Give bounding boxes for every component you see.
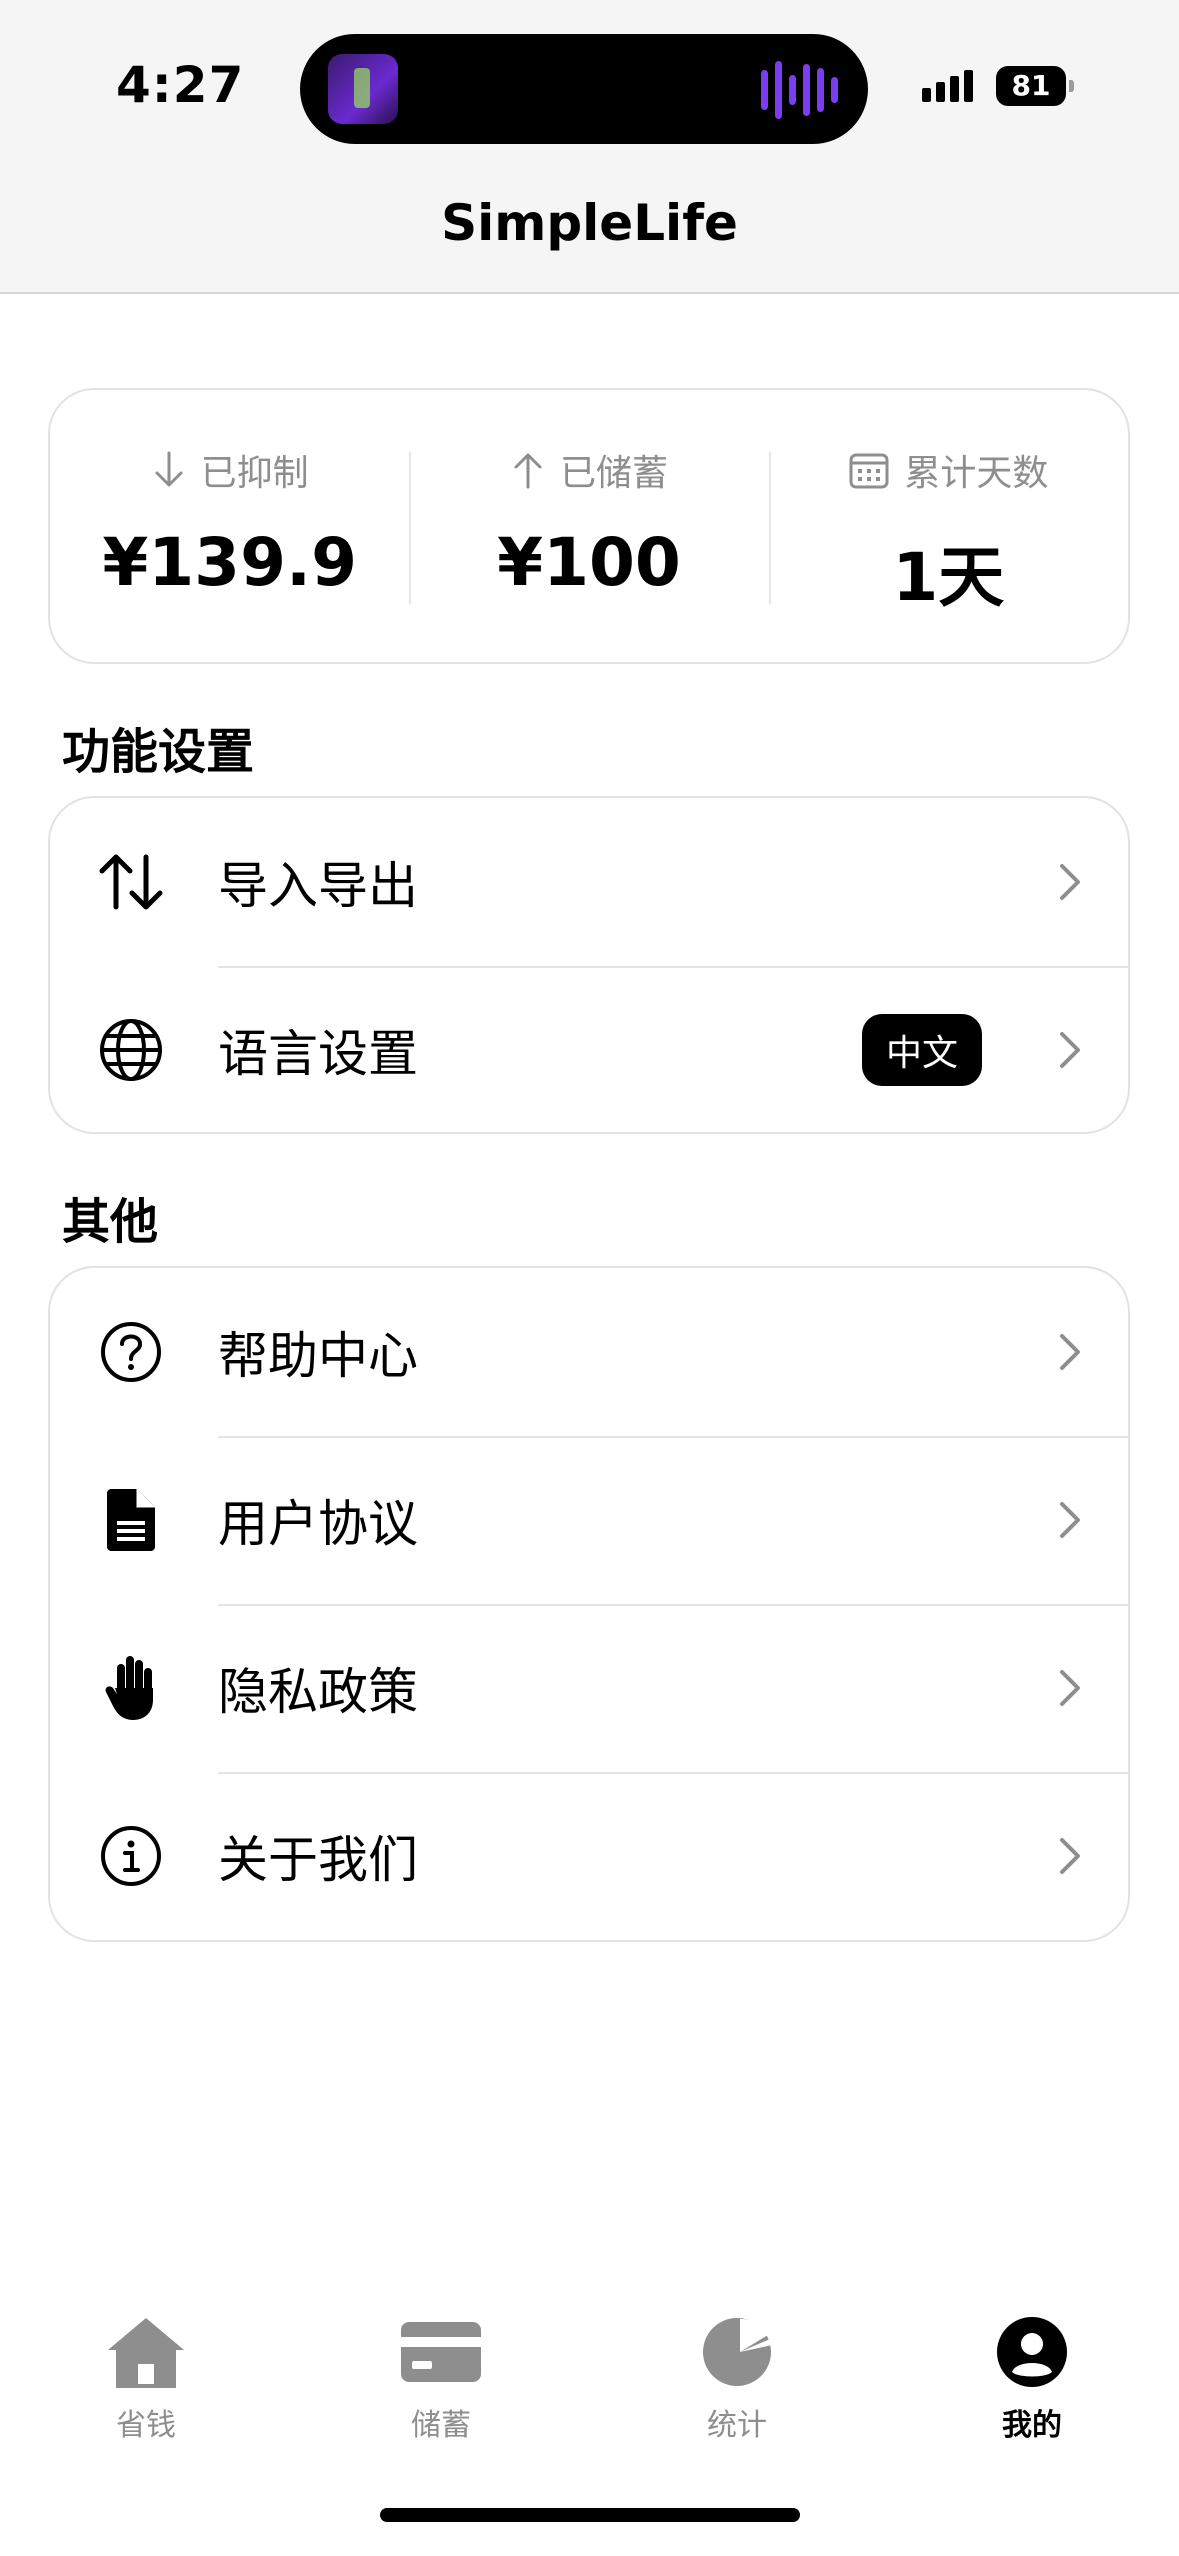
chevron-right-icon xyxy=(1060,1334,1080,1370)
dynamic-island[interactable] xyxy=(300,34,868,144)
arrow-down-icon xyxy=(155,451,183,487)
tab-save-money[interactable]: 省钱 xyxy=(66,2310,226,2444)
section-title-other: 其他 xyxy=(62,1194,159,1250)
stat-label: 累计天数 xyxy=(904,453,1049,494)
tab-label: 统计 xyxy=(707,2408,767,2443)
row-about-us[interactable]: 关于我们 xyxy=(50,1772,1128,1940)
section-title-features: 功能设置 xyxy=(62,724,255,780)
stat-saved: 已储蓄 ¥100 xyxy=(409,390,768,662)
stat-suppressed: 已抑制 ¥139.9 xyxy=(50,390,409,662)
import-export-icon xyxy=(96,847,166,917)
profile-icon xyxy=(997,2317,1067,2387)
battery-icon: 81 xyxy=(996,66,1074,106)
stat-label: 已储蓄 xyxy=(559,453,668,494)
chevron-right-icon xyxy=(1060,1838,1080,1874)
row-label: 导入导出 xyxy=(218,857,418,915)
tab-label: 储蓄 xyxy=(411,2408,471,2443)
tab-label: 省钱 xyxy=(116,2408,176,2443)
chevron-right-icon xyxy=(1060,864,1080,900)
tab-label: 我的 xyxy=(1002,2408,1062,2443)
tab-statistics[interactable]: 统计 xyxy=(657,2310,817,2444)
calendar-icon xyxy=(849,453,889,489)
page-title: SimpleLife xyxy=(441,194,738,252)
status-time: 4:27 xyxy=(116,56,245,114)
row-help-center[interactable]: 帮助中心 xyxy=(50,1268,1128,1436)
other-card: 帮助中心 用户协议 隐私政策 关于我们 xyxy=(48,1266,1130,1942)
info-icon xyxy=(96,1821,166,1891)
language-badge: 中文 xyxy=(861,1014,982,1086)
battery-level: 81 xyxy=(1011,69,1051,102)
stat-label: 已抑制 xyxy=(200,453,309,494)
row-label: 关于我们 xyxy=(218,1831,418,1889)
row-label: 帮助中心 xyxy=(218,1327,418,1385)
features-card: 导入导出 语言设置 中文 xyxy=(48,796,1130,1134)
home-icon xyxy=(108,2318,184,2388)
chevron-right-icon xyxy=(1060,1670,1080,1706)
chevron-right-icon xyxy=(1060,1032,1080,1068)
tab-profile[interactable]: 我的 xyxy=(952,2310,1112,2444)
row-label: 语言设置 xyxy=(218,1025,418,1083)
row-language[interactable]: 语言设置 中文 xyxy=(50,966,1128,1134)
stat-days: 累计天数 1天 xyxy=(768,390,1128,662)
tab-bar: 省钱 储蓄 统计 我的 xyxy=(0,2310,1179,2460)
chevron-right-icon xyxy=(1060,1502,1080,1538)
globe-icon xyxy=(96,1015,166,1085)
stats-card: 已抑制 ¥139.9 已储蓄 ¥100 累计天数 1天 xyxy=(48,388,1130,664)
document-icon xyxy=(96,1485,166,1555)
home-indicator xyxy=(380,2508,800,2522)
audio-waveform-icon xyxy=(761,58,838,122)
stat-value: ¥100 xyxy=(497,524,681,601)
pie-chart-icon xyxy=(703,2318,772,2386)
help-icon xyxy=(96,1317,166,1387)
row-privacy-policy[interactable]: 隐私政策 xyxy=(50,1604,1128,1772)
row-import-export[interactable]: 导入导出 xyxy=(50,798,1128,966)
hand-icon xyxy=(96,1653,166,1723)
stat-value: ¥139.9 xyxy=(102,524,357,601)
arrow-up-icon xyxy=(514,453,542,489)
top-bar: 4:27 81 SimpleLife xyxy=(0,0,1179,294)
row-label: 用户协议 xyxy=(218,1495,418,1553)
row-label: 隐私政策 xyxy=(218,1663,418,1721)
now-playing-artwork xyxy=(328,54,398,124)
stat-value: 1天 xyxy=(892,539,1005,616)
cellular-signal-icon xyxy=(922,70,973,102)
card-icon xyxy=(401,2322,481,2382)
row-user-agreement[interactable]: 用户协议 xyxy=(50,1436,1128,1604)
tab-savings[interactable]: 储蓄 xyxy=(361,2310,521,2444)
